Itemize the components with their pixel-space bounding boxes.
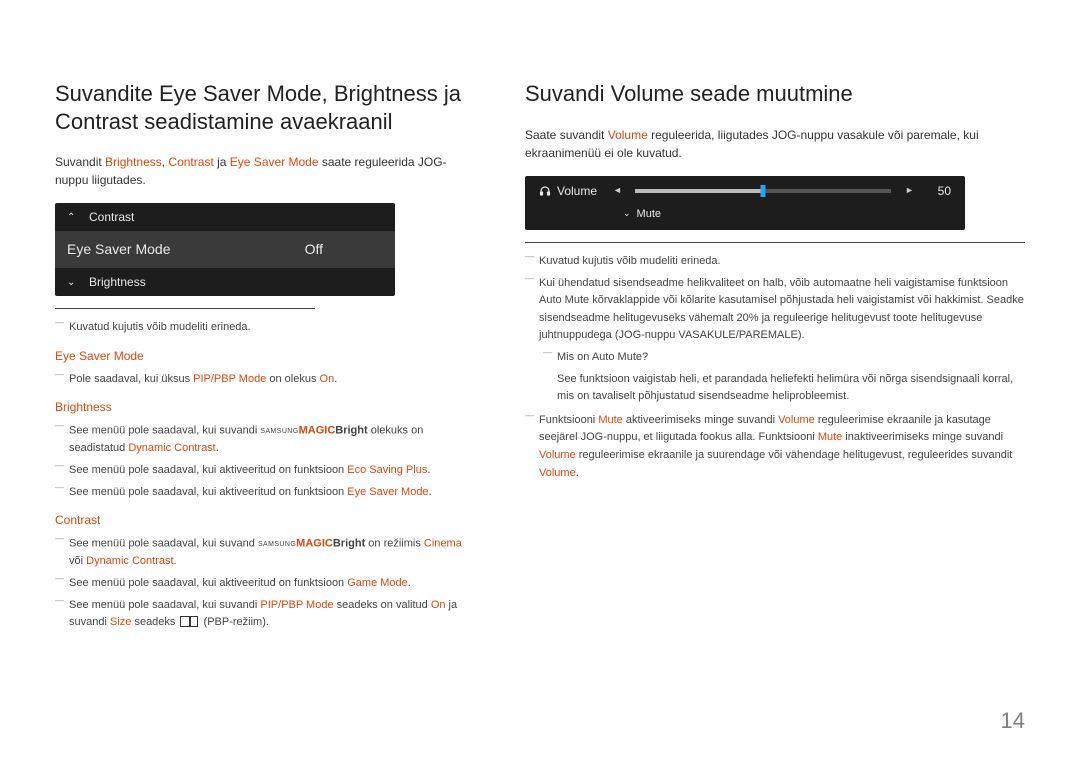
hl-brightness: Brightness (105, 155, 162, 169)
osd-volume-row: Volume ◄ ► 50 (525, 176, 965, 206)
volume-fill (635, 189, 763, 193)
hl-contrast: Contrast (168, 155, 213, 169)
left-column: Suvandite Eye Saver Mode, Brightness ja … (55, 80, 470, 636)
br-bullet-2: See menüü pole saadaval, kui aktiveeritu… (55, 462, 470, 480)
hl-volume: Volume (608, 128, 648, 142)
ct-bullet-3: See menüü pole saadaval, kui suvandi PIP… (55, 597, 470, 632)
osd-brightness-row: ⌄ Brightness (55, 268, 395, 296)
volume-track (635, 189, 891, 193)
sub-brightness: Brightness (55, 398, 470, 416)
volume-thumb (761, 185, 766, 197)
triangle-right-icon: ► (905, 184, 913, 198)
osd-eyesaver: ⌃ Contrast Eye Saver Mode Off ⌄ Brightne… (55, 203, 395, 296)
br-bullet-3: See menüü pole saadaval, kui aktiveeritu… (55, 484, 470, 502)
ct-bullet-1: See menüü pole saadaval, kui suvand SAMS… (55, 535, 470, 571)
r-bullet-2: Kui ühendatud sisendseadme helikvaliteet… (525, 275, 1025, 345)
r-bullet-3: Funktsiooni Mute aktiveerimiseks minge s… (525, 412, 1025, 482)
osd-brightness-label: Brightness (89, 273, 146, 291)
osd-mute-row: ⌄ Mute (525, 206, 965, 231)
hl-eyesaver: Eye Saver Mode (230, 155, 319, 169)
triangle-left-icon: ◄ (613, 184, 621, 198)
chevron-down-icon: ⌄ (623, 207, 631, 221)
osd-volume: Volume ◄ ► 50 ⌄ Mute (525, 176, 965, 231)
r-bullet-2-nested-q: Mis on Auto Mute? (543, 349, 1025, 367)
osd-esm-value: Off (305, 239, 383, 260)
volume-value: 50 (927, 182, 951, 200)
right-intro: Saate suvandit Volume reguleerida, liigu… (525, 126, 1025, 162)
volume-label: Volume (557, 182, 597, 200)
divider (55, 308, 315, 309)
chevron-up-icon: ⌃ (67, 210, 79, 225)
r-bullet-2-nested-a: See funktsioon vaigistab heli, et parand… (525, 371, 1025, 406)
left-heading: Suvandite Eye Saver Mode, Brightness ja … (55, 80, 470, 135)
osd-contrast-row: ⌃ Contrast (55, 203, 395, 231)
sub-contrast: Contrast (55, 511, 470, 529)
headphone-icon (539, 185, 551, 197)
esm-bullet-1: Pole saadaval, kui üksus PIP/PBP Mode on… (55, 371, 470, 389)
osd-esm-label: Eye Saver Mode (67, 239, 171, 260)
sub-eyesaver: Eye Saver Mode (55, 347, 470, 365)
divider (525, 242, 1025, 243)
mute-label: Mute (637, 206, 661, 223)
right-heading: Suvandi Volume seade muutmine (525, 80, 1025, 108)
osd-selected-row: Eye Saver Mode Off (55, 231, 395, 268)
osd-contrast-label: Contrast (89, 208, 134, 226)
pbp-icon (180, 616, 198, 627)
br-bullet-1: See menüü pole saadaval, kui suvandi SAM… (55, 422, 470, 458)
chevron-down-icon: ⌄ (67, 275, 79, 290)
ct-bullet-2: See menüü pole saadaval, kui aktiveeritu… (55, 575, 470, 593)
left-note: Kuvatud kujutis võib mudeliti erineda. (55, 319, 470, 337)
right-note: Kuvatud kujutis võib mudeliti erineda. (525, 253, 1025, 271)
page-number: 14 (1001, 704, 1025, 737)
left-intro: Suvandit Brightness, Contrast ja Eye Sav… (55, 153, 470, 189)
right-column: Suvandi Volume seade muutmine Saate suva… (525, 80, 1025, 636)
